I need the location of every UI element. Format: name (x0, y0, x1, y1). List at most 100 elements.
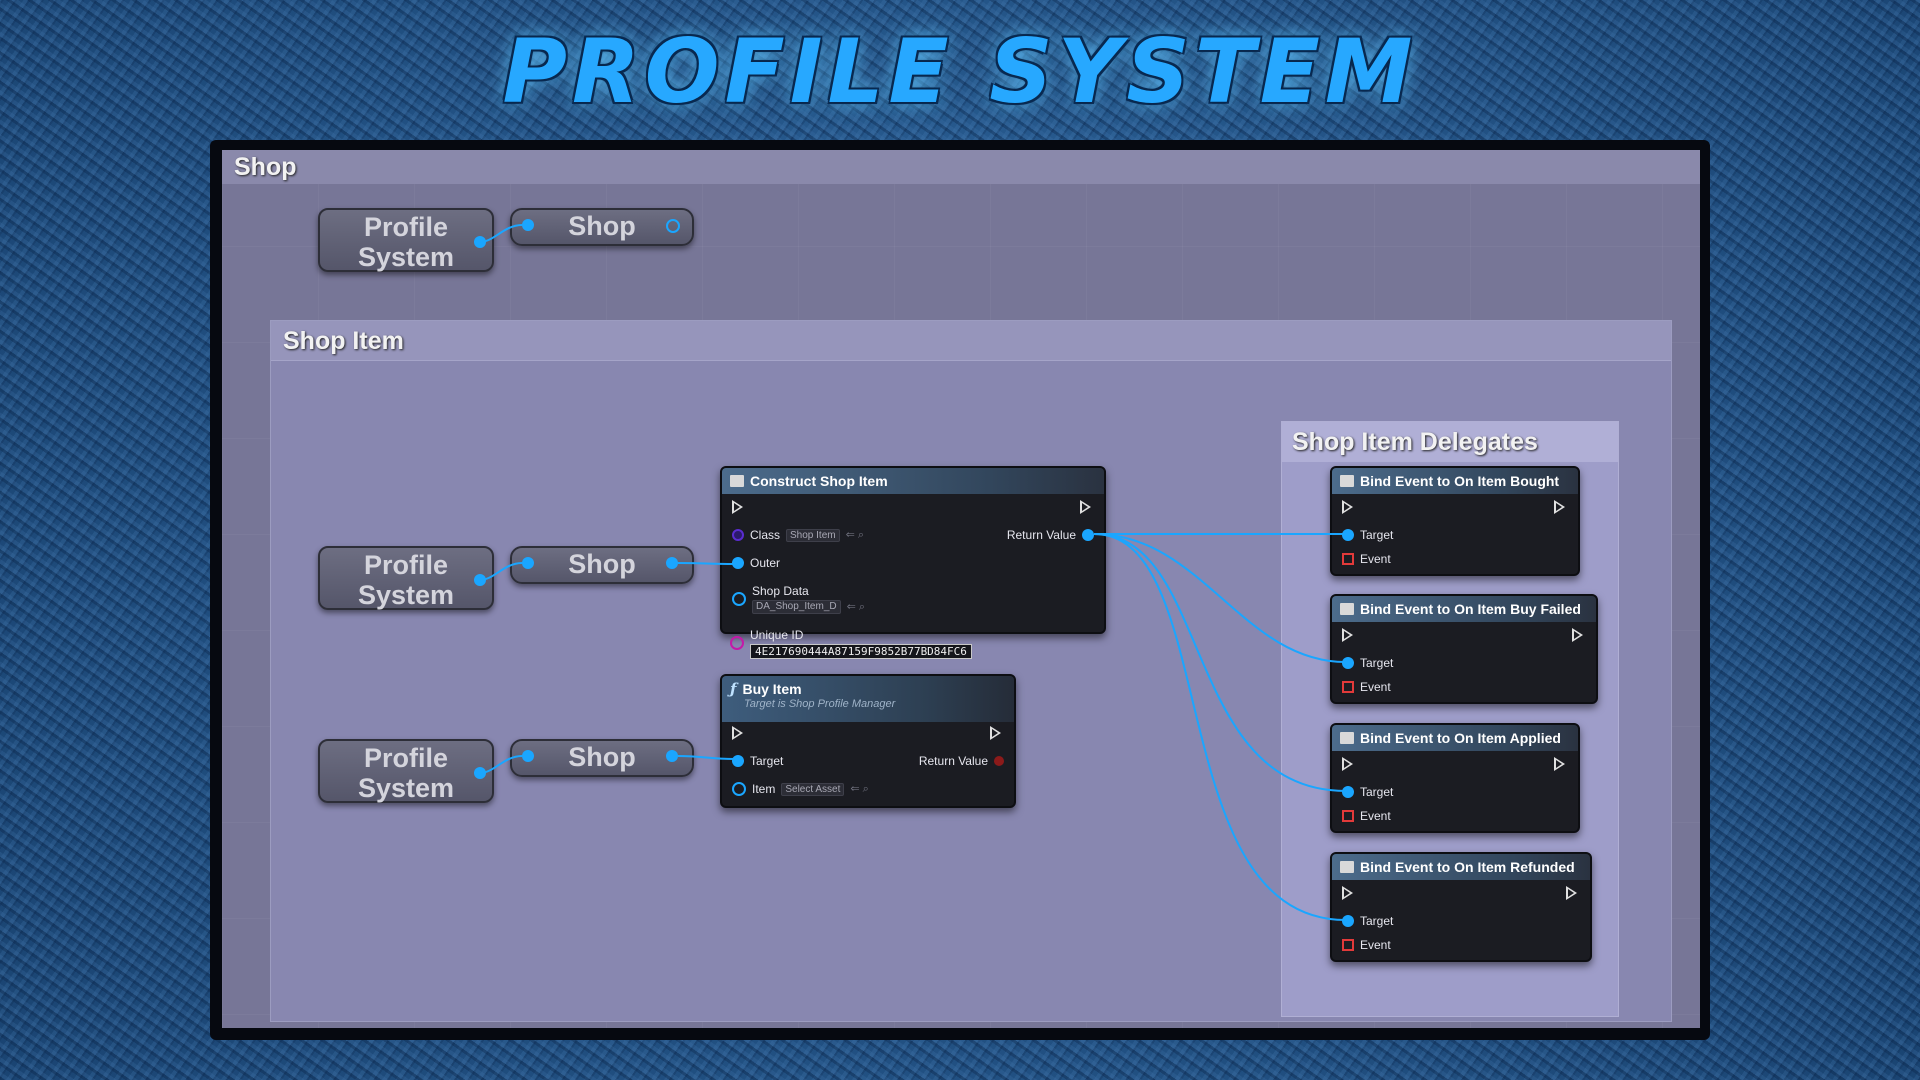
shop-data-pin[interactable] (732, 592, 746, 606)
browse-icon[interactable]: ⇐ ⌕ (847, 600, 865, 614)
profile-system-node[interactable]: Profile System (318, 546, 494, 610)
target-label: Target (1360, 656, 1394, 670)
class-pin[interactable] (732, 529, 744, 541)
event-label: Event (1360, 938, 1391, 952)
return-value-pin[interactable] (994, 756, 1004, 766)
shop-data-pin-row: Shop Data DA_Shop_Item_D ⇐ ⌕ (732, 584, 865, 614)
event-pin-row: Event (1342, 809, 1391, 823)
return-value-row: Return Value (1007, 528, 1094, 542)
shop-data-dropdown[interactable]: DA_Shop_Item_D (752, 600, 841, 614)
profile-system-node[interactable]: Profile System (318, 739, 494, 803)
exec-in-pin[interactable] (1342, 886, 1353, 900)
return-label: Return Value (1006, 528, 1076, 542)
exec-in-pin[interactable] (1342, 628, 1353, 642)
bind-node-header[interactable]: Bind Event to On Item Applied (1332, 725, 1578, 751)
shop-output-pin[interactable] (666, 750, 678, 762)
exec-out-pin[interactable] (990, 726, 1001, 740)
item-pin[interactable] (732, 782, 746, 796)
return-value-pin[interactable] (1082, 529, 1094, 541)
event-pin[interactable] (1342, 939, 1354, 951)
target-label: Target (1360, 785, 1394, 799)
buy-item-node[interactable]: ƒ Buy Item Target is Shop Profile Manage… (720, 674, 1016, 808)
exec-in-pin[interactable] (732, 500, 743, 514)
event-pin-row: Event (1342, 938, 1391, 952)
comment-shop-header[interactable]: Shop (222, 150, 1700, 184)
event-label: Event (1360, 552, 1391, 566)
bind-event-node[interactable]: Bind Event to On Item Applied Target Eve… (1330, 723, 1580, 833)
comment-delegates-header[interactable]: Shop Item Delegates (1282, 422, 1618, 462)
unique-id-label: Unique ID (750, 628, 804, 642)
target-pin-row: Target (1342, 528, 1393, 542)
construct-shop-item-node[interactable]: Construct Shop Item Class Shop Item ⇐ ⌕ … (720, 466, 1106, 634)
target-pin[interactable] (1342, 657, 1354, 669)
outer-label: Outer (750, 556, 781, 570)
profile-system-node[interactable]: Profile System (318, 208, 494, 272)
bind-icon (1340, 732, 1354, 744)
bind-node-header[interactable]: Bind Event to On Item Bought (1332, 468, 1578, 494)
profile-output-pin[interactable] (474, 236, 486, 248)
unique-id-field[interactable]: 4E217690444A87159F9852B77BD84FC6 (750, 644, 972, 659)
bind-node-header[interactable]: Bind Event to On Item Refunded (1332, 854, 1590, 880)
event-pin[interactable] (1342, 553, 1354, 565)
target-label: Target (1360, 528, 1394, 542)
shop-output-pin[interactable] (666, 219, 680, 233)
target-label: Target (1360, 914, 1394, 928)
browse-icon[interactable]: ⇐ ⌕ (850, 782, 868, 796)
unique-id-pin[interactable] (730, 636, 744, 650)
exec-out-pin[interactable] (1566, 886, 1577, 900)
class-dropdown[interactable]: Shop Item (786, 528, 840, 542)
bind-node-header[interactable]: Bind Event to On Item Buy Failed (1332, 596, 1596, 622)
buy-node-header[interactable]: ƒ Buy Item Target is Shop Profile Manage… (722, 676, 1014, 722)
bind-node-title: Bind Event to On Item Refunded (1360, 859, 1575, 875)
shop-output-pin[interactable] (666, 557, 678, 569)
target-pin[interactable] (1342, 915, 1354, 927)
profile-output-pin[interactable] (474, 767, 486, 779)
bind-node-title: Bind Event to On Item Applied (1360, 730, 1561, 746)
target-pin-row: Target (1342, 785, 1393, 799)
construct-node-title: Construct Shop Item (750, 473, 888, 489)
return-value-row: Return Value (919, 754, 1004, 768)
item-label: Item (752, 782, 776, 796)
exec-in-pin[interactable] (732, 726, 743, 740)
function-icon: ƒ (730, 680, 737, 698)
class-label: Class (750, 528, 781, 542)
bind-event-node[interactable]: Bind Event to On Item Buy Failed Target … (1330, 594, 1598, 704)
event-pin[interactable] (1342, 810, 1354, 822)
profile-output-pin[interactable] (474, 574, 486, 586)
target-pin[interactable] (1342, 786, 1354, 798)
event-label: Event (1360, 809, 1391, 823)
shop-input-pin[interactable] (522, 750, 534, 762)
event-pin[interactable] (1342, 681, 1354, 693)
event-label: Event (1360, 680, 1391, 694)
item-pin-row: Item Select Asset ⇐ ⌕ (732, 782, 869, 796)
bind-icon (1340, 603, 1354, 615)
exec-out-pin[interactable] (1080, 500, 1091, 514)
bind-icon (1340, 861, 1354, 873)
exec-out-pin[interactable] (1554, 757, 1565, 771)
target-label: Target (750, 754, 784, 768)
comment-shop-item-header[interactable]: Shop Item (271, 321, 1671, 361)
target-pin-row: Target (1342, 656, 1393, 670)
exec-out-pin[interactable] (1572, 628, 1583, 642)
item-dropdown[interactable]: Select Asset (781, 782, 845, 796)
target-pin-row: Target (732, 754, 783, 768)
exec-in-pin[interactable] (1342, 500, 1353, 514)
bind-event-node[interactable]: Bind Event to On Item Bought Target Even… (1330, 466, 1580, 576)
bind-icon (1340, 475, 1354, 487)
exec-out-pin[interactable] (1554, 500, 1565, 514)
blueprint-canvas[interactable]: Shop Profile System Shop Shop Item Shop … (222, 150, 1700, 1028)
outer-pin-row: Outer (732, 556, 780, 570)
construct-node-header[interactable]: Construct Shop Item (722, 468, 1104, 494)
bind-event-node[interactable]: Bind Event to On Item Refunded Target Ev… (1330, 852, 1592, 962)
bind-node-title: Bind Event to On Item Buy Failed (1360, 601, 1581, 617)
event-pin-row: Event (1342, 680, 1391, 694)
target-pin[interactable] (732, 755, 744, 767)
return-label: Return Value (918, 754, 988, 768)
shop-input-pin[interactable] (522, 557, 534, 569)
class-pin-row: Class Shop Item ⇐ ⌕ (732, 528, 864, 542)
shop-input-pin[interactable] (522, 219, 534, 231)
target-pin[interactable] (1342, 529, 1354, 541)
exec-in-pin[interactable] (1342, 757, 1353, 771)
outer-pin[interactable] (732, 557, 744, 569)
browse-icon[interactable]: ⇐ ⌕ (846, 528, 864, 542)
